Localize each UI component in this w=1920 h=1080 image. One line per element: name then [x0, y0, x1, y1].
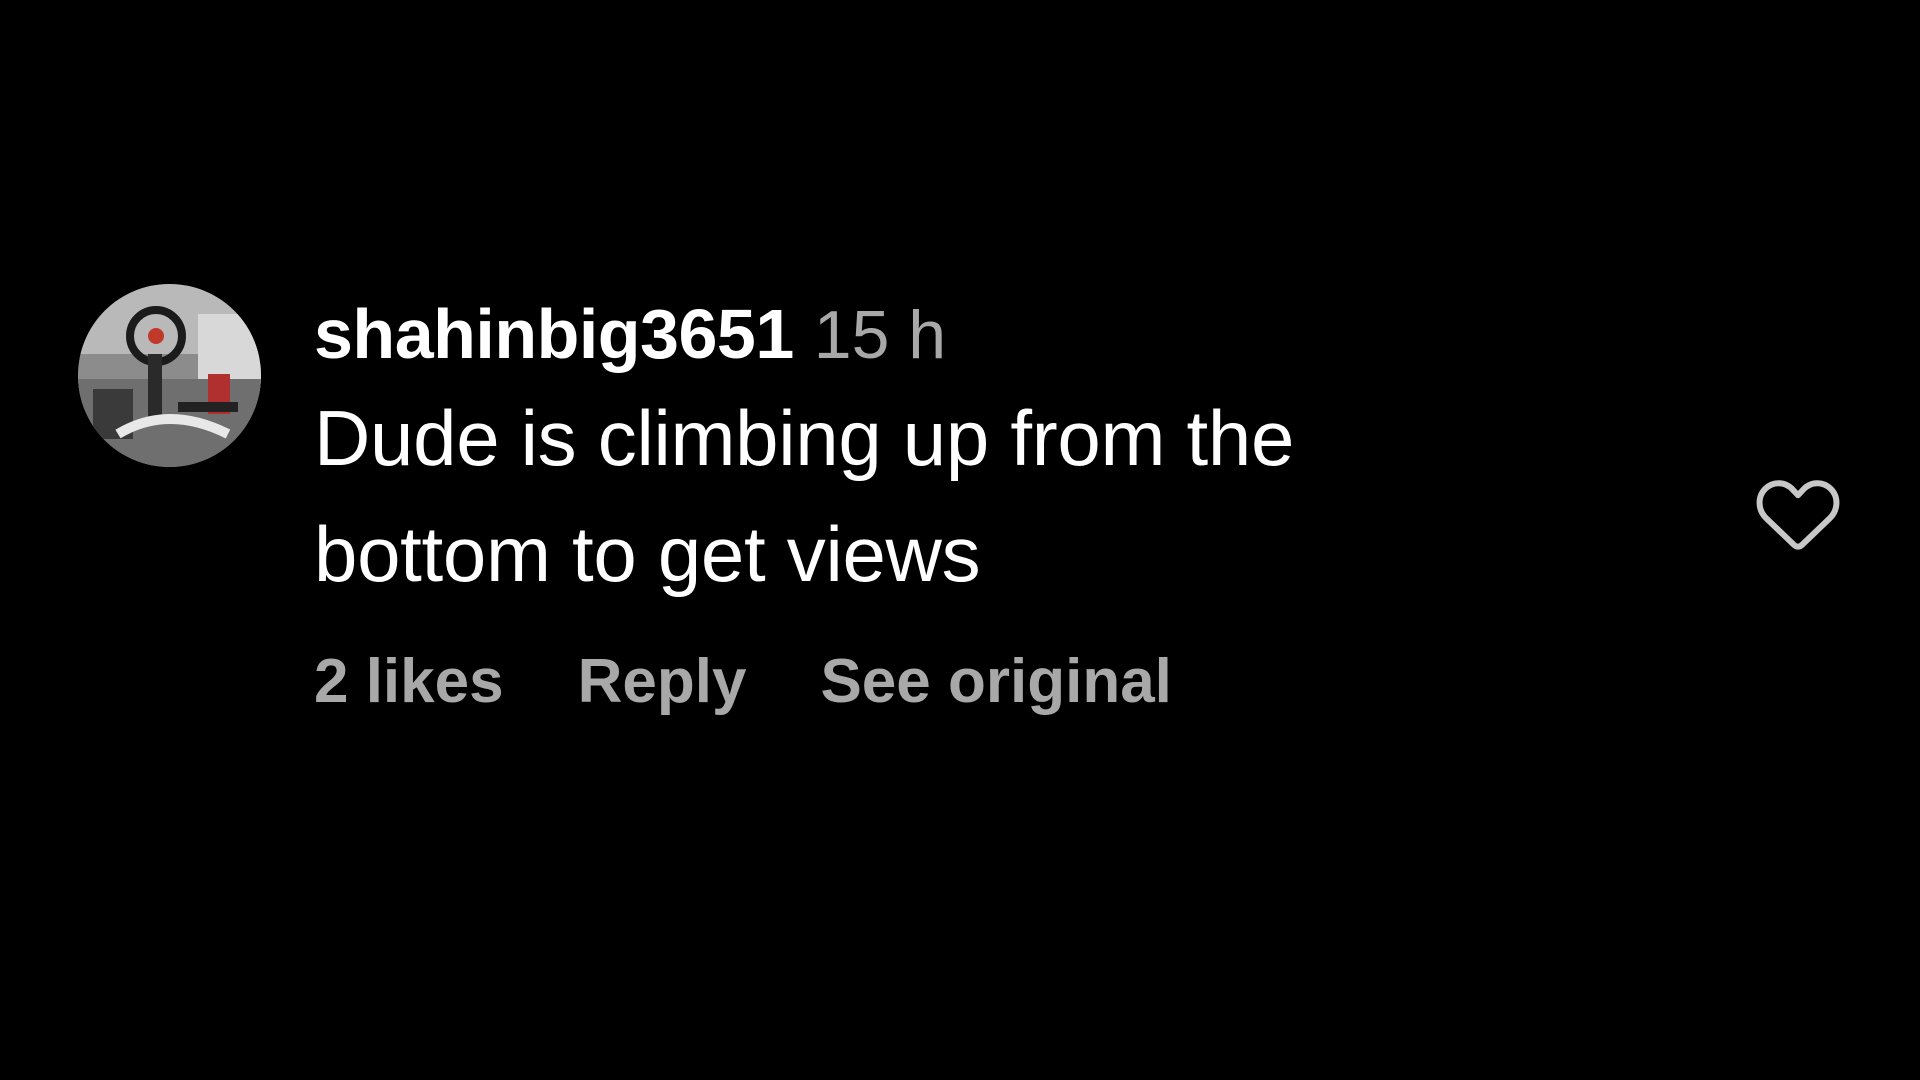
comment-body: shahinbig3651 15 h Dude is climbing up f… — [314, 294, 1614, 717]
comments-screen: shahinbig3651 15 h Dude is climbing up f… — [0, 0, 1920, 1080]
comment-actions: 2 likes Reply See original — [314, 646, 1614, 717]
heart-outline-icon — [1756, 480, 1840, 550]
see-original-button[interactable]: See original — [820, 646, 1171, 717]
avatar[interactable] — [78, 284, 261, 467]
reply-button[interactable]: Reply — [578, 646, 747, 717]
like-button[interactable] — [1743, 462, 1853, 562]
comment-item: shahinbig3651 15 h Dude is climbing up f… — [78, 284, 1858, 764]
username[interactable]: shahinbig3651 — [314, 294, 794, 374]
comment-header: shahinbig3651 15 h — [314, 294, 1614, 374]
comment-text: Dude is climbing up from the bottom to g… — [314, 394, 1295, 598]
likes-count[interactable]: 2 likes — [314, 646, 504, 717]
timestamp: 15 h — [813, 297, 947, 373]
avatar-image — [78, 284, 261, 467]
